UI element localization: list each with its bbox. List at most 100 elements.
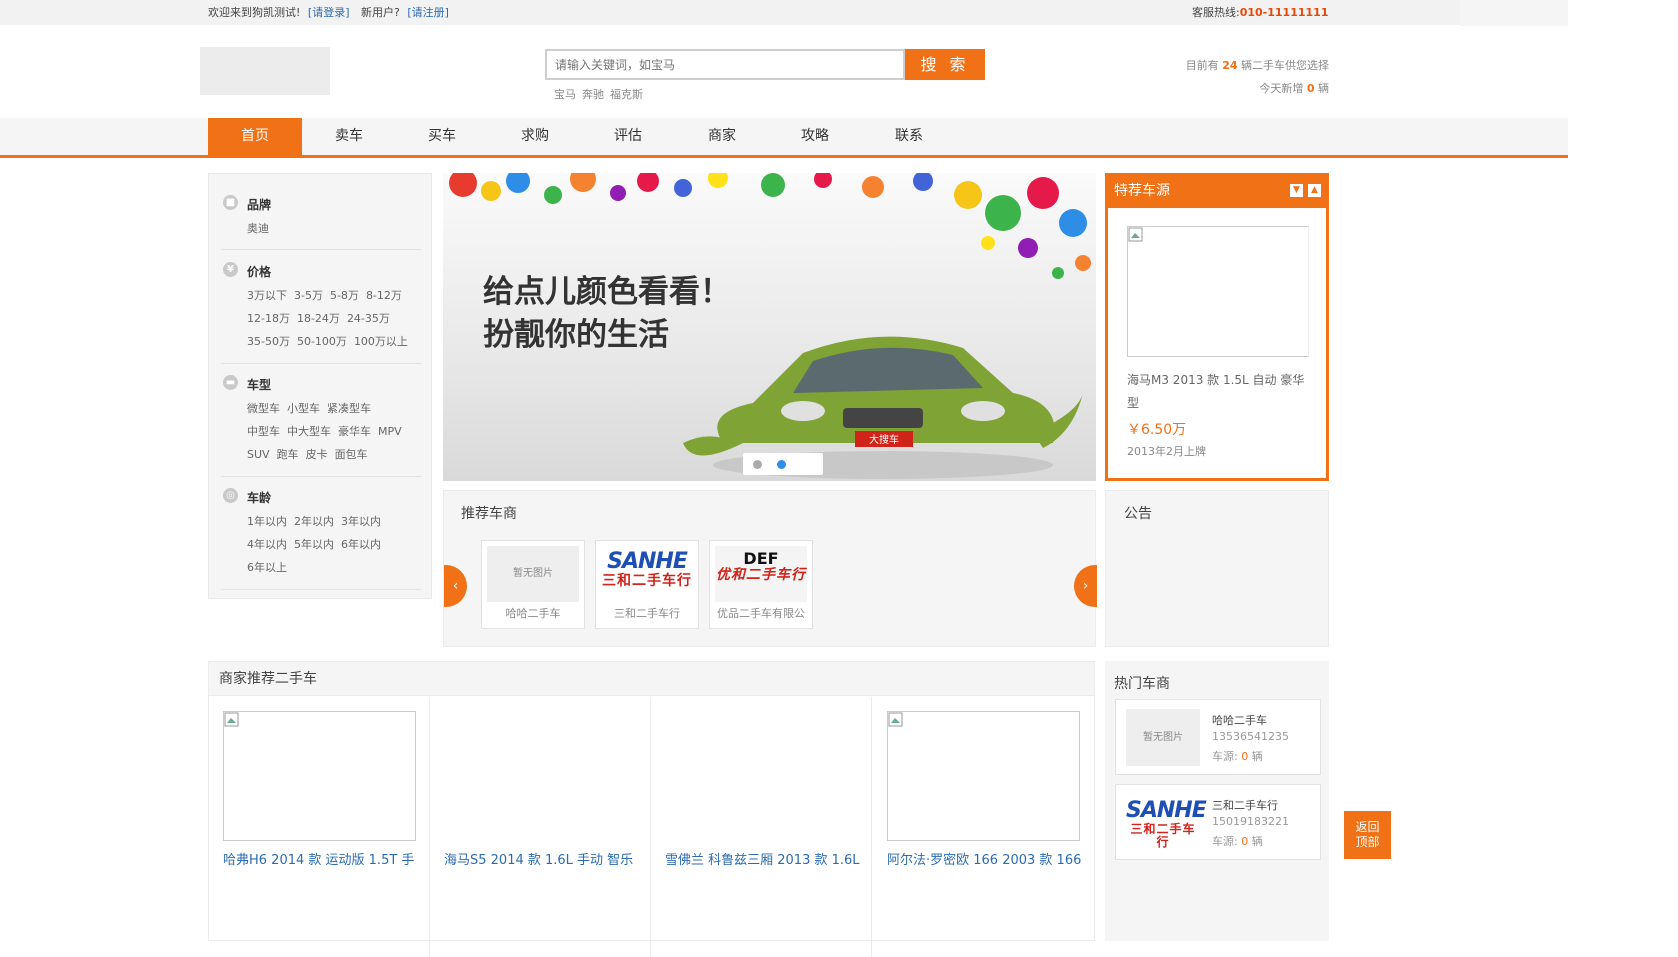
filter-option[interactable]: 24-35万 [347, 312, 390, 325]
dealer-phone: 13536541235 [1212, 730, 1289, 743]
filter-option[interactable]: 2年以内 [294, 515, 334, 528]
notice-title: 公告 [1124, 506, 1152, 522]
nav-contact[interactable]: 联系 [862, 118, 956, 155]
carousel-dot-active[interactable] [777, 460, 786, 469]
car-title-link[interactable]: 雪佛兰 科鲁兹三厢 2013 款 1.6L [665, 849, 861, 868]
car-image[interactable] [223, 711, 416, 841]
filter-option[interactable]: 豪华车 [338, 425, 371, 438]
filter-option[interactable]: 3万以下 [247, 289, 287, 302]
car-icon: ▬ [223, 375, 238, 390]
hot-keyword-link[interactable]: 宝马 [554, 88, 576, 101]
featured-car-image[interactable] [1127, 226, 1309, 357]
stat-text: 辆二手车供您选择 [1237, 59, 1329, 72]
login-link[interactable]: [请登录] [308, 6, 350, 19]
source-label: 车源: [1212, 835, 1242, 848]
dealer-source-count: 车源: 0 辆 [1212, 748, 1263, 764]
dealer-name[interactable]: 三和二手车行 [1212, 797, 1278, 813]
featured-header: 特荐车源 ▼ ▲ [1108, 176, 1326, 208]
filter-option[interactable]: 8-12万 [366, 289, 402, 302]
nav-dealers[interactable]: 商家 [675, 118, 769, 155]
car-card[interactable]: 哈弗H6 2014 款 运动版 1.5T 手 [209, 697, 430, 957]
filter-option[interactable]: 4年以内 [247, 538, 287, 551]
search-input[interactable] [545, 49, 905, 80]
dealer-tile[interactable]: 暂无图片 哈哈二手车 [481, 540, 585, 629]
nav-home[interactable]: 首页 [208, 118, 302, 155]
stat-text: 目前有 [1185, 59, 1223, 72]
back-to-top-label: 顶部 [1355, 835, 1380, 849]
featured-car-title[interactable]: 海马M3 2013 款 1.5L 自动 豪华型 [1127, 369, 1311, 415]
filter-option[interactable]: 跑车 [277, 448, 299, 461]
recommended-dealers: 推荐车商 ‹ › 暂无图片 哈哈二手车 SANHE 三和二手车行 三和二手车行 … [443, 490, 1097, 647]
banner-carousel[interactable]: 给点儿颜色看看！ 扮靓你的生活 大搜车 [443, 173, 1096, 481]
carousel-dot[interactable] [753, 460, 762, 469]
nav-guide[interactable]: 攻略 [768, 118, 862, 155]
filter-option[interactable]: 奥迪 [247, 222, 269, 235]
filter-option[interactable]: 6年以上 [247, 561, 287, 574]
back-to-top-button[interactable]: 返回 顶部 [1344, 811, 1391, 859]
hot-dealer-card[interactable]: SANHE 三和二手车行 三和二手车行 15019183221 车源: 0 辆 [1115, 784, 1321, 860]
filter-option[interactable]: 12-18万 [247, 312, 290, 325]
broken-image-icon [224, 712, 239, 727]
target-icon: ◎ [223, 488, 238, 503]
filter-title: 车型 [247, 378, 272, 392]
broken-image-icon [1128, 227, 1143, 242]
filter-option[interactable]: 面包车 [335, 448, 368, 461]
chevron-up-icon[interactable]: ▲ [1308, 184, 1321, 197]
hot-keyword-link[interactable]: 福克斯 [610, 88, 643, 101]
filter-option[interactable]: 18-24万 [297, 312, 340, 325]
next-arrow-button[interactable]: › [1074, 565, 1097, 607]
car-title-link[interactable]: 海马S5 2014 款 1.6L 手动 智乐 [444, 849, 640, 868]
filter-option[interactable]: 紧凑型车 [327, 402, 371, 415]
filter-option[interactable]: 3-5万 [294, 289, 323, 302]
nav-want[interactable]: 求购 [488, 118, 582, 155]
dealer-tile[interactable]: DEF 优和二手车行 优品二手车有限公 [709, 540, 813, 629]
hot-dealers-panel: 热门车商 暂无图片 哈哈二手车 13536541235 车源: 0 辆 SANH… [1105, 661, 1329, 941]
filter-option[interactable]: MPV [378, 425, 402, 438]
filter-option[interactable]: SUV [247, 448, 270, 461]
chevron-down-icon[interactable]: ▼ [1290, 184, 1303, 197]
filter-option[interactable]: 5-8万 [330, 289, 359, 302]
filter-option[interactable]: 6年以内 [341, 538, 381, 551]
sanhe-logo: SANHE 三和二手车行 [1126, 794, 1207, 851]
dealer-tile[interactable]: SANHE 三和二手车行 三和二手车行 [595, 540, 699, 629]
dealer-name: 优品二手车有限公 [717, 607, 805, 620]
register-link[interactable]: [请注册] [407, 6, 449, 19]
car-image[interactable] [887, 711, 1080, 841]
logo-text: DEF [743, 549, 779, 568]
featured-car-date: 2013年2月上牌 [1127, 445, 1206, 458]
dealer-name[interactable]: 哈哈二手车 [1212, 712, 1267, 728]
logo-text: SANHE [607, 549, 688, 574]
filter-option[interactable]: 50-100万 [297, 335, 347, 348]
main-nav: 首页 卖车 买车 求购 评估 商家 攻略 联系 [0, 118, 1568, 158]
filter-option[interactable]: 中大型车 [287, 425, 331, 438]
car-title-link[interactable]: 阿尔法·罗密欧 166 2003 款 166 [887, 849, 1083, 868]
hot-dealer-card[interactable]: 暂无图片 哈哈二手车 13536541235 车源: 0 辆 [1115, 699, 1321, 775]
filter-option[interactable]: 皮卡 [306, 448, 328, 461]
car-title-link[interactable]: 哈弗H6 2014 款 运动版 1.5T 手 [223, 849, 419, 868]
filter-option[interactable]: 中型车 [247, 425, 280, 438]
nav-buy[interactable]: 买车 [395, 118, 489, 155]
car-card[interactable]: 海马S5 2014 款 1.6L 手动 智乐 [430, 697, 651, 957]
source-unit: 辆 [1248, 750, 1263, 763]
filter-option[interactable]: 3年以内 [341, 515, 381, 528]
filter-option[interactable]: 微型车 [247, 402, 280, 415]
dealer-phone: 15019183221 [1212, 815, 1289, 828]
filter-option[interactable]: 小型车 [287, 402, 320, 415]
broken-image-icon [888, 712, 903, 727]
car-card[interactable]: 雪佛兰 科鲁兹三厢 2013 款 1.6L [651, 697, 872, 957]
top-right-block [1460, 0, 1568, 26]
filter-option[interactable]: 5年以内 [294, 538, 334, 551]
featured-panel: 特荐车源 ▼ ▲ 海马M3 2013 款 1.5L 自动 豪华型 ￥6.50万 … [1105, 173, 1329, 481]
prev-arrow-button[interactable]: ‹ [444, 565, 467, 607]
filter-title: 车龄 [247, 491, 272, 505]
filter-option[interactable]: 35-50万 [247, 335, 290, 348]
hot-keyword-link[interactable]: 奔驰 [582, 88, 604, 101]
car-card[interactable]: 阿尔法·罗密欧 166 2003 款 166 [873, 697, 1094, 957]
featured-car-price: ￥6.50万 [1127, 422, 1187, 438]
search-button[interactable]: 搜 索 [905, 49, 985, 80]
filter-option[interactable]: 100万以上 [354, 335, 408, 348]
filter-option[interactable]: 1年以内 [247, 515, 287, 528]
site-logo[interactable] [200, 47, 330, 95]
nav-sell[interactable]: 卖车 [302, 118, 396, 155]
nav-evaluate[interactable]: 评估 [581, 118, 675, 155]
